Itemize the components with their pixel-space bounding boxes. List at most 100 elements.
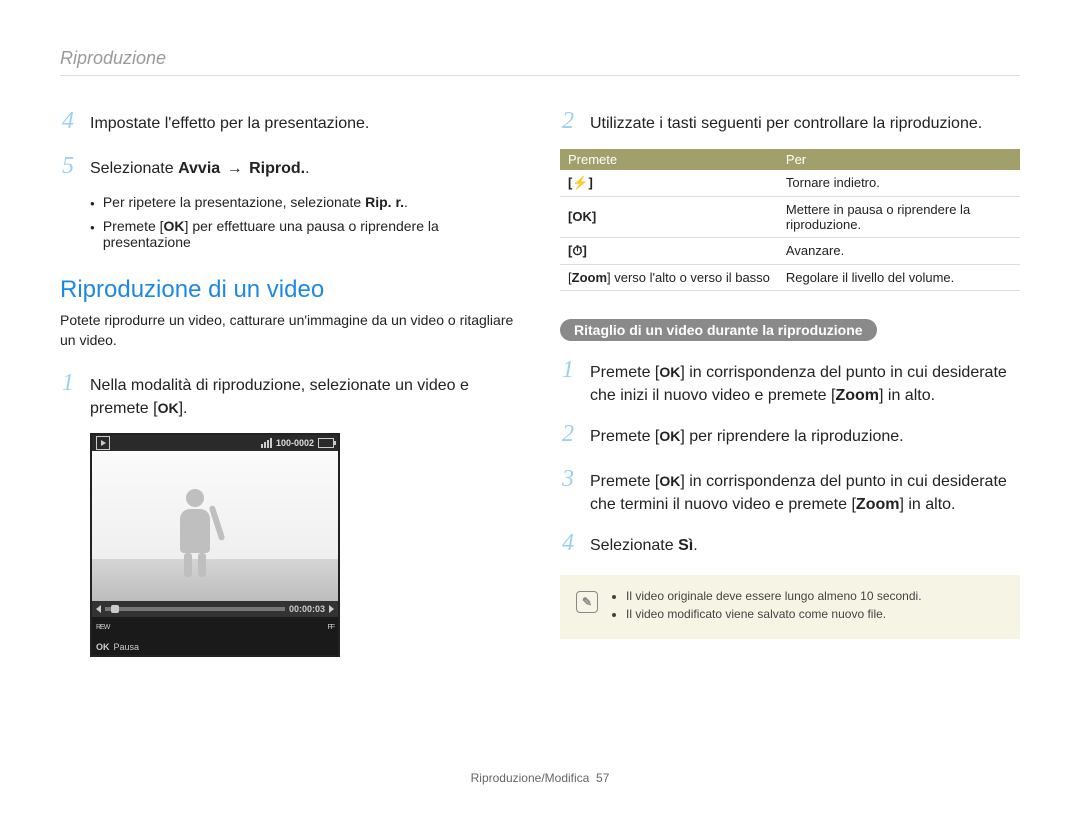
table-header: Premete	[560, 149, 778, 170]
key-cell: [⚡]	[560, 170, 778, 197]
controls-table: Premete Per [⚡] Tornare indietro. [OK] M…	[560, 149, 1020, 291]
table-row: [Zoom] verso l'alto o verso il basso Reg…	[560, 264, 1020, 290]
step-number: 2	[560, 104, 576, 139]
breadcrumb: Riproduzione	[60, 48, 1020, 76]
bullet: Premete [OK] per effettuare una pausa o …	[90, 218, 520, 250]
ff-label: FF	[327, 624, 334, 631]
section-heading: Riproduzione di un video	[60, 276, 520, 304]
table-row: [⚡] Tornare indietro.	[560, 170, 1020, 197]
note-item: Il video originale deve essere lungo alm…	[626, 589, 922, 603]
ok-icon: OK	[659, 471, 680, 491]
text: Selezionate	[590, 537, 678, 554]
step-number: 4	[560, 526, 576, 561]
bold-text: Avvia	[178, 160, 220, 177]
video-bottombar: REW FF	[92, 617, 338, 639]
text: .	[404, 194, 408, 210]
next-icon	[329, 605, 334, 613]
text: .	[693, 537, 697, 554]
trim-step-2: 2 Premete [OK] per riprendere la riprodu…	[560, 417, 1020, 452]
step-text: Utilizzate i tasti seguenti per controll…	[590, 112, 1020, 135]
text: Premete [	[590, 428, 659, 445]
left-column: 4 Impostate l'effetto per la presentazio…	[60, 104, 520, 751]
table-header: Per	[778, 149, 1020, 170]
text: Nella modalità di riproduzione, selezion…	[90, 377, 469, 417]
trim-step-3: 3 Premete [OK] in corrispondenza del pun…	[560, 462, 1020, 516]
key-cell: [⏱]	[560, 237, 778, 264]
subsection-pill: Ritaglio di un video durante la riproduz…	[560, 319, 877, 341]
arrow-icon: →	[227, 160, 243, 177]
table-row: [OK] Mettere in pausa o riprendere la ri…	[560, 196, 1020, 237]
prev-icon	[96, 605, 101, 613]
video-progress: 00:00:03	[92, 601, 338, 617]
video-stage	[92, 451, 338, 601]
video-preview: 100-0002	[90, 433, 340, 657]
note-item: Il video modificato viene salvato come n…	[626, 607, 922, 621]
person-silhouette	[180, 489, 210, 577]
text: ] verso l'alto o verso il basso	[607, 270, 770, 285]
video-footer: OK Pausa	[92, 639, 338, 655]
bold-text: Riprod.	[249, 160, 305, 177]
progress-handle	[111, 605, 119, 613]
footer-label: Riproduzione/Modifica	[471, 771, 590, 785]
lead-paragraph: Potete riprodurre un video, catturare un…	[60, 310, 520, 351]
step-number: 3	[560, 462, 576, 497]
bold-text: Zoom	[572, 270, 607, 285]
text: .	[305, 160, 309, 177]
page: Riproduzione 4 Impostate l'effetto per l…	[0, 0, 1080, 815]
rew-label: REW	[96, 624, 109, 631]
text: ] in alto.	[879, 387, 935, 404]
step-5: 5 Selezionate Avvia → Riprod..	[60, 149, 520, 184]
video-meta: 100-0002	[261, 438, 334, 448]
ok-icon: OK	[164, 218, 185, 234]
text: Per ripetere la presentazione, seleziona…	[103, 194, 365, 210]
step-text: Selezionate Sì.	[590, 534, 1020, 557]
ok-icon: OK	[659, 426, 680, 446]
video-step-1: 1 Nella modalità di riproduzione, selezi…	[60, 366, 520, 420]
sub-bullets: Per ripetere la presentazione, seleziona…	[60, 194, 520, 250]
step-number: 1	[60, 366, 76, 401]
text: ] in alto.	[899, 496, 955, 513]
bold-text: Rip. r.	[365, 194, 404, 210]
text: Premete [	[590, 473, 659, 490]
step-text: Nella modalità di riproduzione, selezion…	[90, 374, 520, 420]
step-4: 4 Impostate l'effetto per la presentazio…	[60, 104, 520, 139]
bold-text: Zoom	[856, 496, 900, 513]
text: Selezionate	[90, 160, 178, 177]
trim-step-4: 4 Selezionate Sì.	[560, 526, 1020, 561]
footer-page: 57	[596, 771, 609, 785]
step-number: 1	[560, 353, 576, 388]
right-column: 2 Utilizzate i tasti seguenti per contro…	[560, 104, 1020, 751]
ok-icon: OK	[158, 398, 179, 418]
key-cell: [Zoom] verso l'alto o verso il basso	[560, 264, 778, 290]
ok-label: OK	[96, 642, 110, 652]
battery-icon	[318, 438, 334, 448]
floor	[92, 559, 338, 601]
step-text: Premete [OK] in corrispondenza del punto…	[590, 361, 1020, 407]
note-list: Il video originale deve essere lungo alm…	[610, 589, 922, 625]
page-footer: Riproduzione/Modifica 57	[60, 771, 1020, 785]
video-counter: 100-0002	[276, 438, 314, 448]
table-row: [⏱] Avanzare.	[560, 237, 1020, 264]
video-topbar: 100-0002	[92, 435, 338, 451]
step-number: 4	[60, 104, 76, 139]
bold-text: Zoom	[835, 387, 879, 404]
video-time: 00:00:03	[289, 604, 325, 614]
play-indicator-icon	[96, 436, 110, 450]
step-text: Impostate l'effetto per la presentazione…	[90, 112, 520, 135]
playback-step-2: 2 Utilizzate i tasti seguenti per contro…	[560, 104, 1020, 139]
pause-label: Pausa	[114, 642, 140, 652]
val-cell: Tornare indietro.	[778, 170, 1020, 197]
text: Premete [	[103, 218, 164, 234]
bullet: Per ripetere la presentazione, seleziona…	[90, 194, 520, 214]
text: Premete [	[590, 364, 659, 381]
text: ] per riprendere la riproduzione.	[680, 428, 903, 445]
text: ].	[179, 400, 188, 417]
step-text: Selezionate Avvia → Riprod..	[90, 157, 520, 180]
step-number: 2	[560, 417, 576, 452]
key-cell: [OK]	[560, 196, 778, 237]
signal-icon	[261, 438, 272, 448]
trim-step-1: 1 Premete [OK] in corrispondenza del pun…	[560, 353, 1020, 407]
note-icon: ✎	[576, 591, 598, 613]
progress-track	[105, 607, 285, 611]
val-cell: Avanzare.	[778, 237, 1020, 264]
